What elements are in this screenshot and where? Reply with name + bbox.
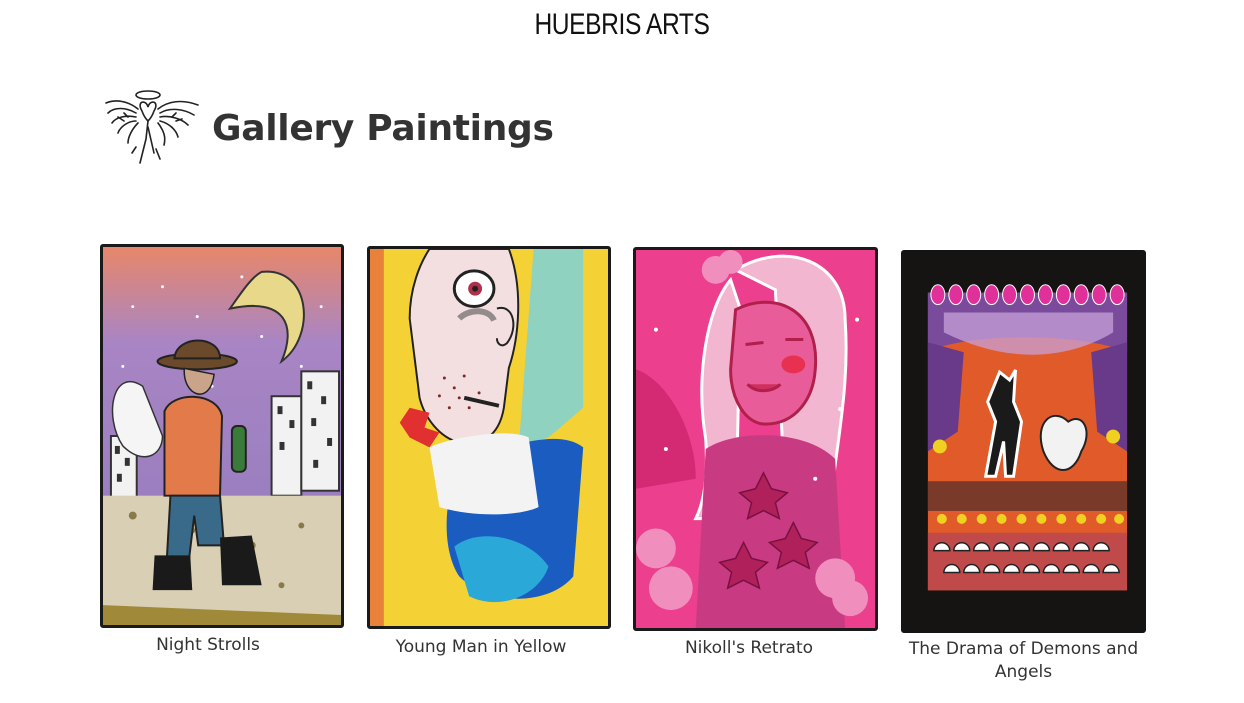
painting-thumbnail[interactable]	[100, 244, 344, 628]
painting-title[interactable]: The Drama of Demons and Angels	[901, 638, 1146, 684]
gallery-item[interactable]: Nikoll's Retrato	[633, 247, 878, 667]
painting-thumbnail[interactable]	[633, 247, 878, 631]
painting-thumbnail[interactable]	[367, 246, 611, 629]
painting-title[interactable]: Nikoll's Retrato	[633, 637, 865, 660]
gallery-item[interactable]: Night Strolls	[100, 244, 344, 664]
gallery-item[interactable]: Young Man in Yellow	[367, 246, 611, 666]
painting-title[interactable]: Night Strolls	[100, 634, 316, 657]
gallery-grid: Night Strolls Young Man in Yellow Nikoll…	[0, 0, 1244, 703]
gallery-item[interactable]: The Drama of Demons and Angels	[901, 250, 1146, 690]
painting-thumbnail[interactable]	[901, 250, 1146, 633]
painting-title[interactable]: Young Man in Yellow	[367, 636, 595, 659]
